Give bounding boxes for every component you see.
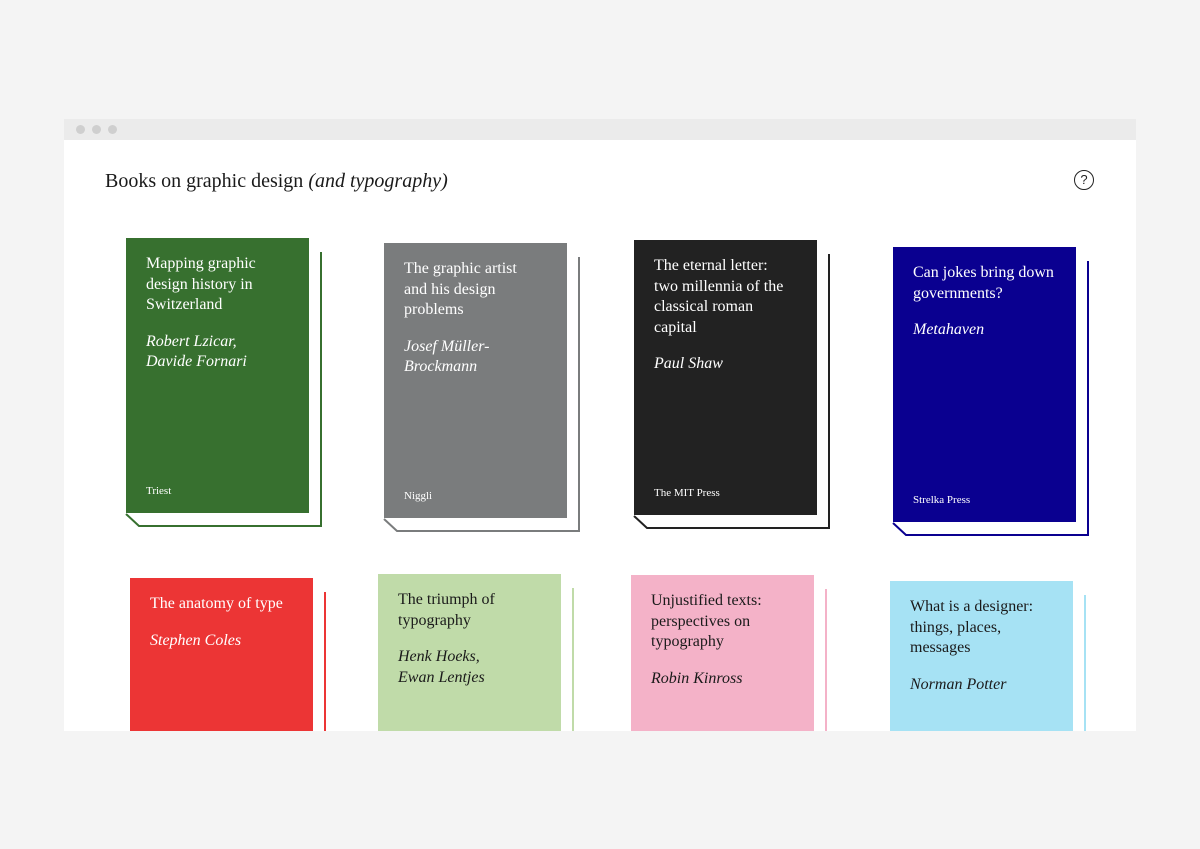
window-dot-icon[interactable] — [92, 125, 101, 134]
book-card[interactable]: The anatomy of type Stephen Coles — [130, 578, 326, 731]
page-title: Books on graphic design (and typography) — [105, 170, 448, 193]
book-card[interactable]: The eternal letter: two millennia of the… — [633, 240, 830, 530]
book-author: Stephen Coles — [150, 631, 242, 649]
book-card[interactable]: Unjustified texts: perspectives on typog… — [631, 575, 827, 731]
book-cover[interactable]: The eternal letter: two millennia of the… — [634, 240, 817, 515]
book-author: Josef Müller- Brockmann — [404, 337, 490, 376]
book-author: Robert Lzicar, Davide Fornari — [146, 332, 247, 371]
window-dot-icon[interactable] — [76, 125, 85, 134]
book-author: Paul Shaw — [654, 355, 723, 372]
book-author: Robin Kinross — [651, 669, 743, 687]
book-author: Metahaven — [913, 321, 985, 338]
book-cover[interactable]: Mapping graphic design history in Switze… — [126, 238, 309, 513]
book-cover[interactable]: Can jokes bring down governments? Metaha… — [893, 247, 1076, 522]
page-title-text: Books on graphic design — [105, 170, 304, 192]
book-publisher: Triest — [146, 485, 172, 497]
book-title: Unjustified texts: perspectives on typog… — [651, 592, 762, 650]
book-publisher: Niggli — [404, 490, 433, 502]
book-title: The eternal letter: two millennia of the… — [654, 257, 784, 336]
app-window: Books on graphic design (and typography)… — [64, 119, 1136, 731]
question-circle-icon: ? — [1080, 172, 1088, 187]
book-title: The triumph of typography — [398, 591, 495, 629]
book-card[interactable]: Can jokes bring down governments? Metaha… — [892, 247, 1089, 537]
book-title: What is a designer: things, places, mess… — [910, 598, 1034, 656]
book-title: Mapping graphic design history in Switze… — [146, 255, 256, 313]
book-publisher: Strelka Press — [913, 494, 971, 506]
book-cover[interactable]: The graphic artist and his design proble… — [384, 243, 567, 518]
help-button[interactable]: ? — [1074, 170, 1094, 190]
book-cover[interactable]: Unjustified texts: perspectives on typog… — [631, 575, 814, 731]
book-author: Henk Hoeks, Ewan Lentjes — [398, 648, 485, 686]
book-card[interactable]: The graphic artist and his design proble… — [383, 243, 580, 533]
window-dot-icon[interactable] — [108, 125, 117, 134]
book-cover[interactable]: What is a designer: things, places, mess… — [890, 581, 1073, 731]
book-title: Can jokes bring down governments? — [913, 264, 1054, 302]
book-author: Norman Potter — [910, 675, 1007, 693]
book-publisher: The MIT Press — [654, 487, 720, 499]
page-title-italic: (and typography) — [308, 170, 448, 192]
book-card[interactable]: What is a designer: things, places, mess… — [890, 581, 1086, 731]
book-title: The anatomy of type — [150, 595, 283, 612]
window-titlebar — [64, 119, 1136, 140]
book-cover[interactable]: The triumph of typography Henk Hoeks, Ew… — [378, 574, 561, 731]
book-card[interactable]: Mapping graphic design history in Switze… — [125, 238, 322, 528]
book-cover[interactable]: The anatomy of type Stephen Coles — [130, 578, 313, 731]
book-card[interactable]: The triumph of typography Henk Hoeks, Ew… — [378, 574, 574, 731]
book-title: The graphic artist and his design proble… — [404, 260, 517, 318]
